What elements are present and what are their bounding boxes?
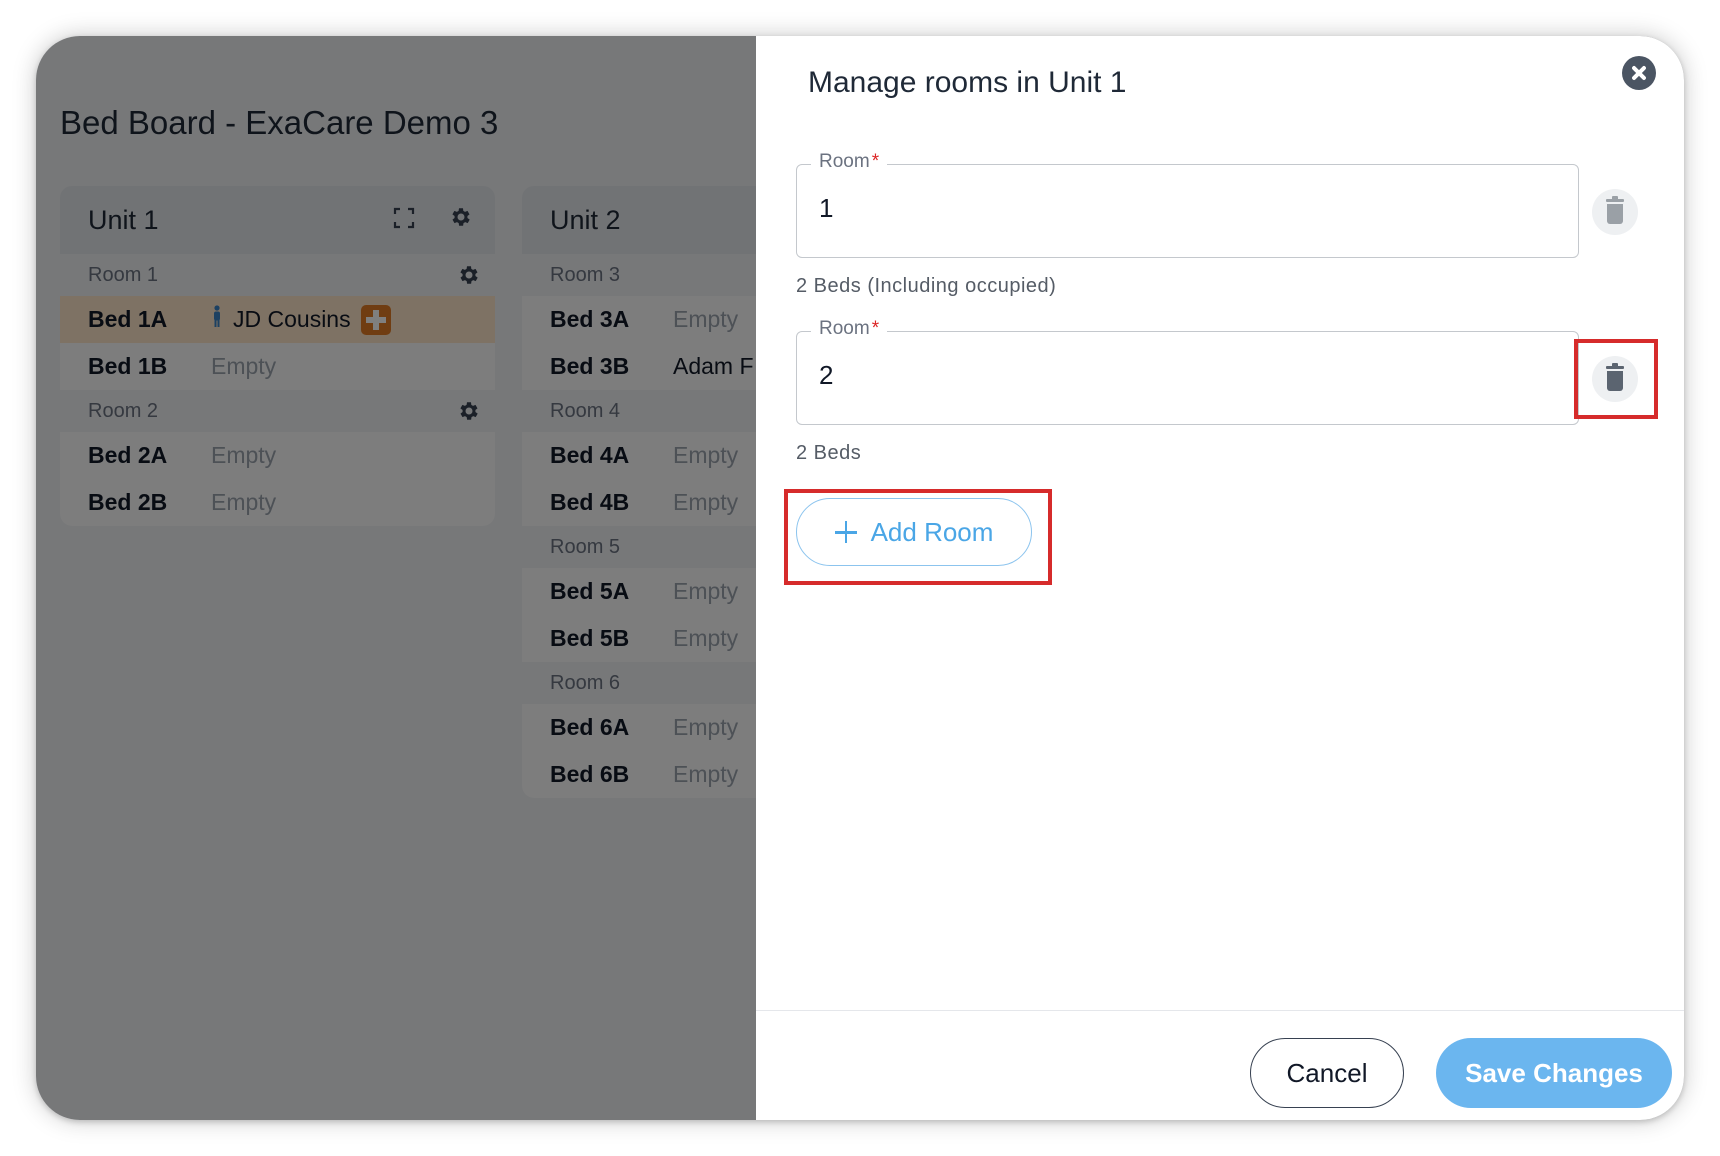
app-window: Bed Board - ExaCare Demo 3 Unit 1 Room 1 [36, 36, 1684, 1120]
room-field[interactable]: Room * [796, 318, 1579, 425]
field-label-text: Room [819, 318, 870, 339]
drawer-title: Manage rooms in Unit 1 [808, 66, 1127, 99]
add-room-button[interactable]: Add Room [796, 498, 1032, 566]
field-label: Room * [811, 151, 888, 173]
trash-icon[interactable] [1592, 189, 1638, 235]
room-field[interactable]: Room * [796, 151, 1579, 258]
add-room-label: Add Room [870, 516, 994, 547]
plus-icon [834, 521, 857, 543]
room-input[interactable] [819, 193, 1559, 224]
bed-count: 2 Beds [796, 442, 862, 464]
manage-rooms-drawer: Manage rooms in Unit 1 Room* 2 Beds (Inc… [756, 36, 1684, 1120]
footer-divider [756, 1010, 1684, 1011]
room-input[interactable] [819, 360, 1559, 391]
bed-count: 2 Beds (Including occupied) [796, 275, 1057, 297]
required-mark: * [871, 151, 880, 172]
cancel-button[interactable]: Cancel [1250, 1038, 1404, 1108]
field-label: Room * [811, 318, 888, 340]
close-icon[interactable] [1622, 56, 1656, 90]
trash-icon[interactable] [1592, 356, 1638, 402]
field-label-text: Room [819, 151, 870, 172]
save-changes-button[interactable]: Save Changes [1436, 1038, 1672, 1108]
required-mark: * [871, 318, 880, 339]
